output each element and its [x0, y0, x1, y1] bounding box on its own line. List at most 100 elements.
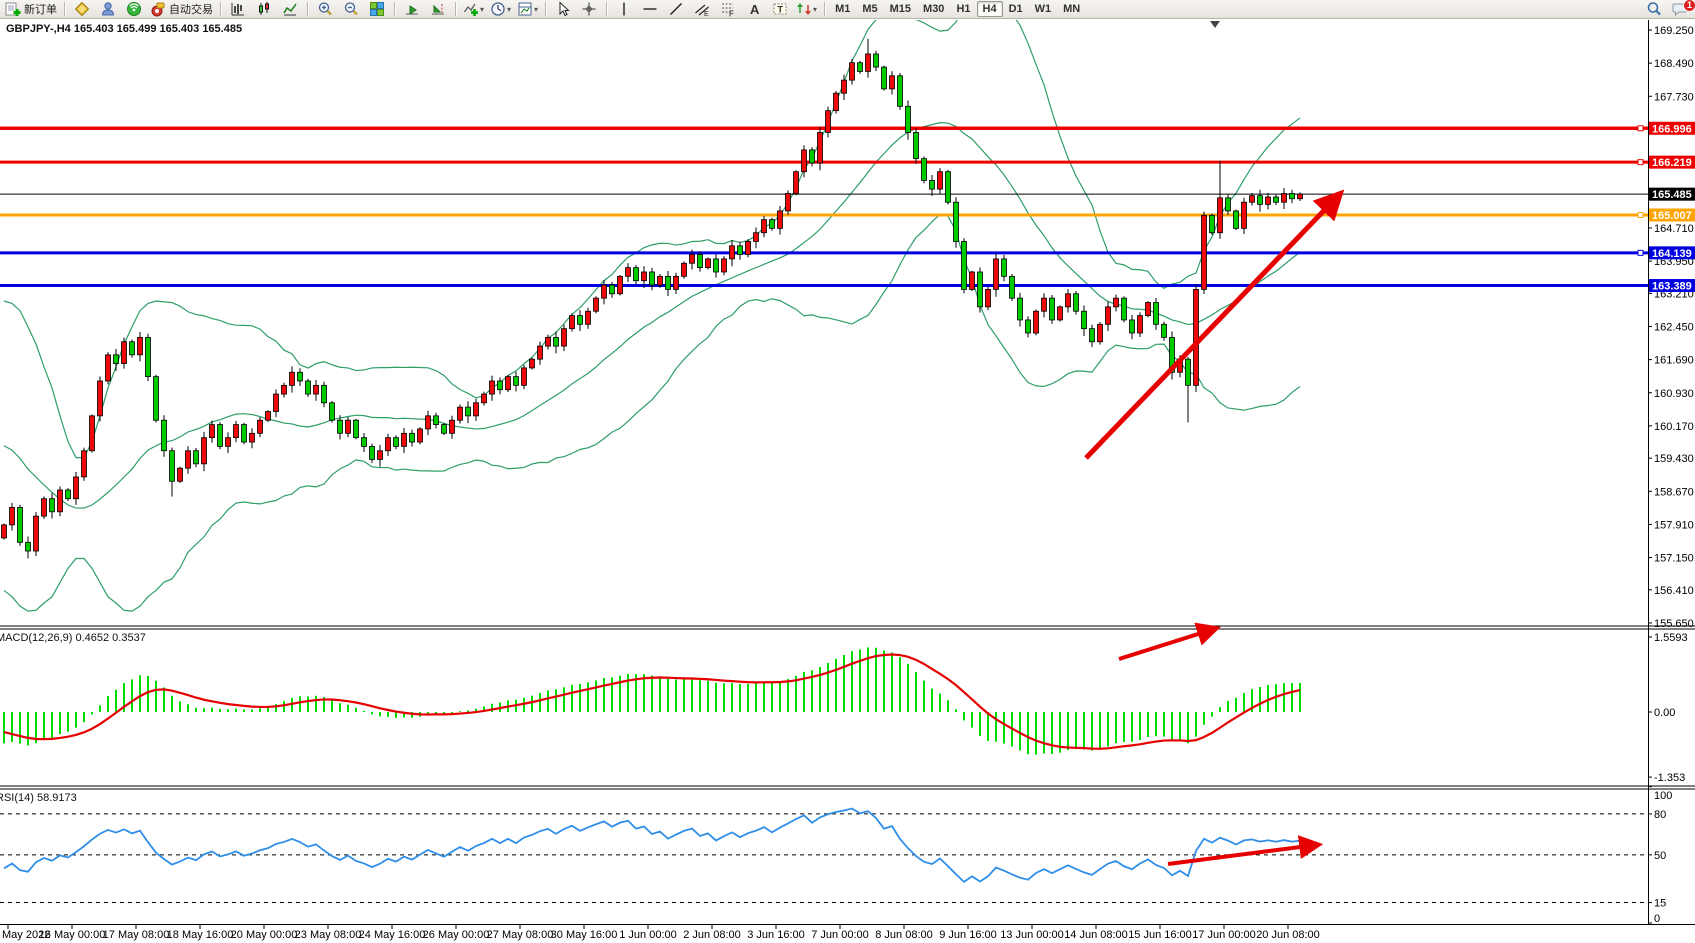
- trend-arrow-rsi[interactable]: [1168, 845, 1316, 864]
- candle-up: [786, 194, 791, 211]
- candle-up: [282, 385, 287, 394]
- time-tick-label: 13 Jun 00:00: [1000, 929, 1064, 941]
- candle-down: [1186, 359, 1191, 385]
- candle-up: [1202, 215, 1207, 289]
- candle-up: [642, 272, 647, 281]
- trend-arrow-macd[interactable]: [1119, 629, 1214, 659]
- candle-up: [618, 276, 623, 293]
- price-badge-label: 165.007: [1652, 210, 1692, 222]
- candle-up: [378, 451, 383, 460]
- candle-down: [1258, 196, 1263, 205]
- candle-down: [1226, 198, 1231, 211]
- candle-up: [74, 477, 79, 499]
- time-tick-label: 20 Jun 08:00: [1256, 929, 1320, 941]
- line-handle[interactable]: [1638, 126, 1643, 131]
- chart-stage[interactable]: 169.250168.490167.730164.710163.950163.2…: [0, 0, 1695, 943]
- price-badge-label: 165.485: [1652, 189, 1692, 201]
- candle-up: [842, 80, 847, 93]
- line-handle[interactable]: [1638, 160, 1643, 165]
- price-tick-label: 160.170: [1654, 421, 1694, 433]
- candle-down: [514, 377, 519, 386]
- candle-up: [122, 342, 127, 364]
- candle-down: [354, 420, 359, 437]
- candle-up: [986, 289, 991, 306]
- candle-up: [210, 425, 215, 438]
- bollinger-upper: [4, 0, 1300, 458]
- line-handle[interactable]: [1638, 212, 1643, 217]
- candle-up: [1242, 202, 1247, 228]
- time-tick-label: 23 May 08:00: [295, 929, 362, 941]
- candle-up: [426, 416, 431, 429]
- candle-down: [1234, 211, 1239, 228]
- candle-up: [546, 337, 551, 346]
- candle-up: [138, 337, 143, 354]
- candle-down: [1018, 298, 1023, 320]
- price-tick-label: 162.450: [1654, 321, 1694, 333]
- candle-down: [1290, 194, 1295, 199]
- candle-up: [706, 259, 711, 268]
- candle-up: [474, 403, 479, 416]
- macd-axis-label: -1.353: [1654, 772, 1685, 784]
- candle-down: [810, 150, 815, 163]
- chart-title: GBPJPY-,H4 165.403 165.499 165.403 165.4…: [6, 23, 242, 35]
- candle-up: [490, 381, 495, 394]
- candle-down: [498, 381, 503, 390]
- candle-up: [234, 425, 239, 438]
- candle-down: [770, 220, 775, 229]
- candle-down: [298, 372, 303, 381]
- chart-shift-marker[interactable]: [1210, 21, 1220, 28]
- candle-down: [170, 451, 175, 482]
- candle-down: [26, 542, 31, 551]
- time-tick-label: 15 Jun 16:00: [1128, 929, 1192, 941]
- candle-up: [1098, 324, 1103, 341]
- main-chart-panel: [0, 0, 1648, 611]
- candle-down: [1210, 215, 1215, 232]
- candle-up: [658, 276, 663, 285]
- candle-down: [242, 425, 247, 442]
- candle-up: [186, 451, 191, 468]
- candle-down: [978, 272, 983, 307]
- candle-up: [10, 507, 15, 524]
- price-tick-label: 158.670: [1654, 486, 1694, 498]
- price-badge-label: 164.139: [1652, 248, 1692, 260]
- time-tick-label: 17 May 08:00: [103, 929, 170, 941]
- candle-up: [42, 499, 47, 516]
- candle-down: [370, 446, 375, 459]
- line-handle[interactable]: [1638, 250, 1643, 255]
- candle-down: [1122, 298, 1127, 320]
- candle-down: [914, 132, 919, 158]
- candle-up: [386, 438, 391, 451]
- candle-down: [954, 202, 959, 241]
- price-tick-label: 167.730: [1654, 91, 1694, 103]
- candle-down: [146, 337, 151, 376]
- price-tick-label: 157.150: [1654, 553, 1694, 565]
- time-tick-label: 14 Jun 08:00: [1064, 929, 1128, 941]
- candle-down: [162, 420, 167, 451]
- rsi-axis-label: 15: [1654, 898, 1666, 910]
- candle-up: [586, 311, 591, 324]
- candle-up: [562, 329, 567, 346]
- candle-up: [290, 372, 295, 385]
- time-tick-label: 8 Jun 08:00: [875, 929, 933, 941]
- candle-up: [754, 233, 759, 242]
- candle-down: [442, 425, 447, 434]
- time-tick-label: 3 Jun 16:00: [747, 929, 805, 941]
- time-tick-label: 17 Jun 00:00: [1192, 929, 1256, 941]
- candle-up: [690, 255, 695, 264]
- candle-down: [1274, 197, 1279, 202]
- candle-up: [570, 316, 575, 329]
- candle-down: [698, 255, 703, 268]
- candle-down: [194, 451, 199, 464]
- candle-up: [890, 76, 895, 89]
- candle-up: [1146, 303, 1151, 316]
- candle-up: [674, 276, 679, 289]
- price-tick-label: 157.910: [1654, 519, 1694, 531]
- candle-up: [1298, 194, 1303, 199]
- candle-up: [626, 268, 631, 277]
- candle-up: [594, 298, 599, 311]
- candle-down: [218, 425, 223, 447]
- candle-up: [602, 285, 607, 298]
- candle-up: [826, 111, 831, 133]
- time-tick-label: 9 Jun 16:00: [939, 929, 997, 941]
- candle-up: [850, 63, 855, 80]
